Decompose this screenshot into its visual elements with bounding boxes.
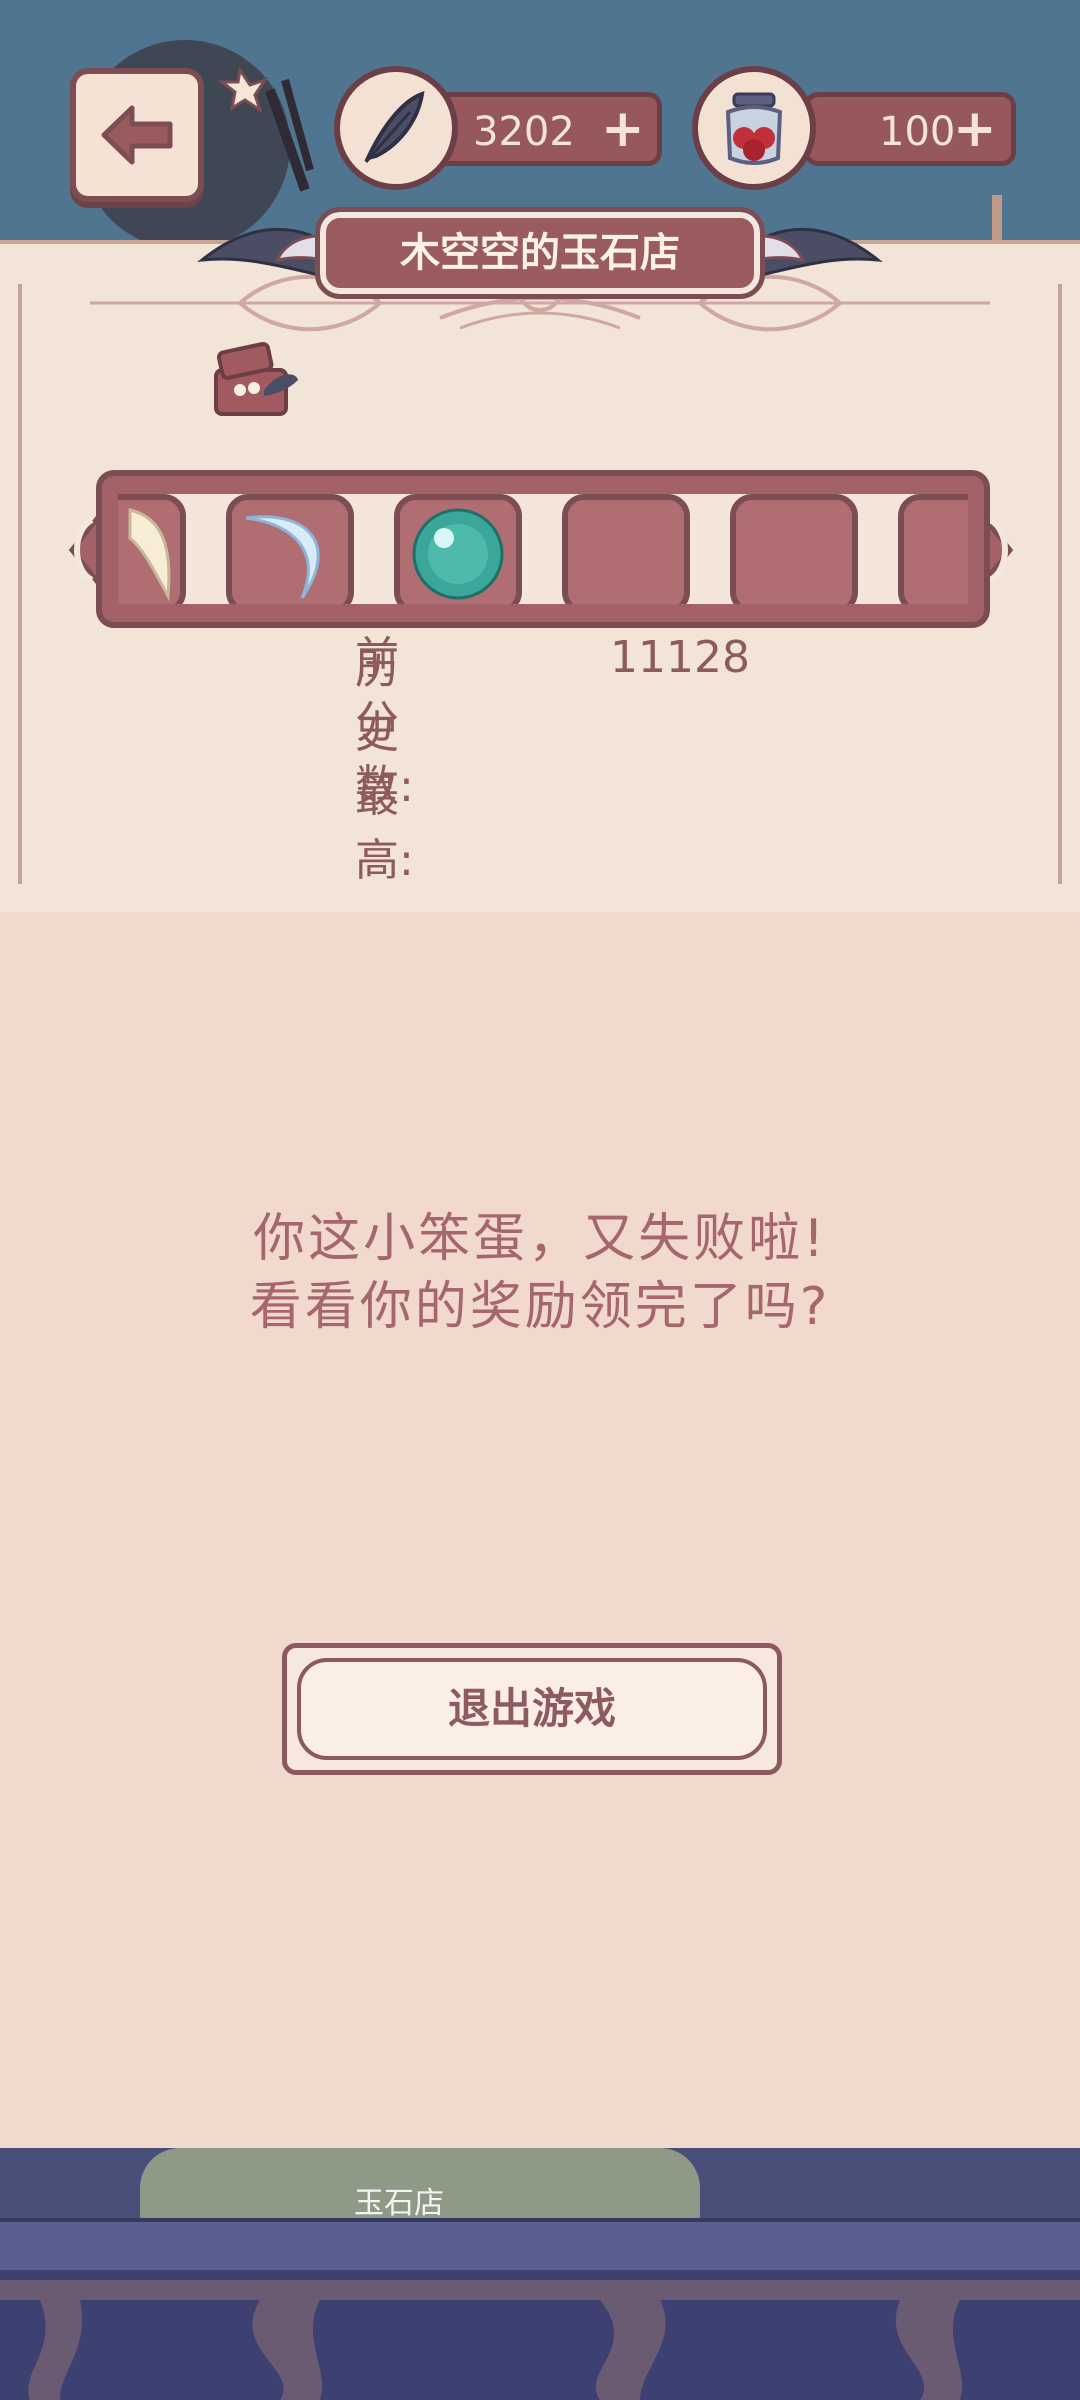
game-over-message: 你这小笨蛋，又失败啦! 看看你的奖励领完了吗? bbox=[0, 1205, 1080, 1341]
best-score-label: 历史最高: bbox=[355, 643, 414, 886]
crescent-blade-icon bbox=[245, 515, 320, 599]
berry-count: 100 bbox=[879, 109, 956, 155]
panel-edge-left bbox=[18, 284, 22, 884]
panel-edge-right bbox=[1058, 284, 1062, 884]
jewelry-box-icon bbox=[214, 341, 298, 416]
feather-count: 3202 bbox=[473, 109, 575, 155]
hair-ornament-icon bbox=[217, 66, 314, 192]
item-slot-tooth[interactable] bbox=[118, 494, 186, 604]
exit-game-button[interactable]: 退出游戏 bbox=[282, 1643, 782, 1775]
item-slot-empty[interactable] bbox=[562, 494, 690, 604]
game-over-line-2: 看看你的奖励领完了吗? bbox=[249, 1277, 831, 1337]
tree-roots-decoration bbox=[0, 2270, 1080, 2400]
item-slot-empty[interactable] bbox=[898, 494, 968, 604]
item-slot-crescent[interactable] bbox=[226, 494, 354, 604]
item-slot-empty[interactable] bbox=[730, 494, 858, 604]
exit-game-label: 退出游戏 bbox=[297, 1658, 767, 1760]
arrow-left-icon bbox=[101, 105, 173, 165]
item-bar bbox=[96, 470, 990, 628]
game-over-dialog bbox=[0, 912, 1080, 2148]
post bbox=[992, 195, 1002, 245]
jade-orb-icon bbox=[412, 508, 504, 600]
best-score-value: 11128 bbox=[610, 632, 750, 683]
shop-title-banner: 木空空的玉石店 bbox=[315, 207, 765, 299]
back-button[interactable] bbox=[70, 68, 204, 202]
feather-icon bbox=[334, 66, 458, 190]
berry-jar-icon bbox=[692, 66, 816, 190]
shelf bbox=[0, 2218, 1080, 2278]
item-bar-track bbox=[118, 494, 968, 604]
berry-counter: 100 + bbox=[804, 92, 1016, 166]
item-slot-jade-orb[interactable] bbox=[394, 494, 522, 604]
add-berry-button[interactable]: + bbox=[953, 99, 997, 159]
tooth-icon bbox=[128, 508, 171, 602]
add-feather-button[interactable]: + bbox=[601, 99, 645, 159]
game-over-line-1: 你这小笨蛋，又失败啦! bbox=[253, 1209, 827, 1269]
banner-wing-right-icon bbox=[738, 227, 883, 282]
shop-sign: 玉石店 bbox=[354, 2186, 444, 2221]
